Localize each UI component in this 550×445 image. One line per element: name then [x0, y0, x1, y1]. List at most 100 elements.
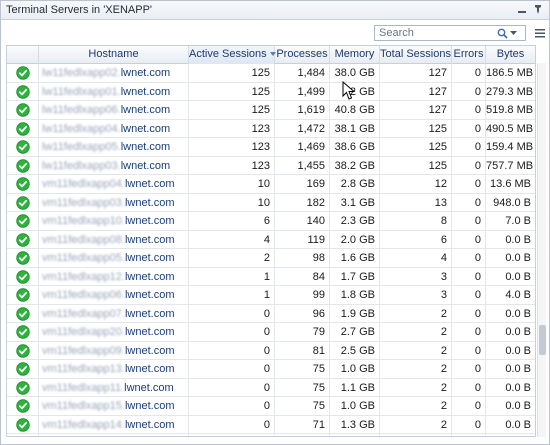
table-row[interactable]: lw11fedlxapp06.lwnet.com 125 1,619 40.8 GB 1…: [7, 101, 535, 120]
column-header-errors[interactable]: Errors: [452, 46, 486, 64]
hostname-cell[interactable]: vm11fedlxapp20.lwnet.com: [39, 323, 189, 341]
column-header-status[interactable]: [7, 46, 39, 64]
table-row[interactable]: lw11fedlxapp02.lwnet.com 125 1,484 38.0 GB 1…: [7, 64, 535, 83]
hostname-redacted: vm11fedlxapp20.: [42, 326, 125, 338]
bytes-cell: 948.0 B: [486, 194, 535, 212]
table-row[interactable]: lw11fedlxapp01.lwnet.com 125 1,499 2 GB 127 0…: [7, 82, 535, 101]
table-row[interactable]: lw11fedlxapp05.lwnet.com 123 1,469 38.6 GB 1…: [7, 138, 535, 157]
table-row[interactable]: vm11fedlxapp03.lwnet.com 10 182 3.1 GB 13 0 94…: [7, 193, 535, 212]
column-header-processes[interactable]: Processes: [275, 46, 330, 64]
memory-cell: 1.1 GB: [330, 378, 380, 397]
table-row[interactable]: vm11fedlxapp08.lwnet.com 4 119 2.0 GB 6 0 0.0 …: [7, 230, 535, 249]
table-row[interactable]: vm11fedlxapp14.lwnet.com 0 71 1.3 GB 2 0 0.0 B: [7, 415, 535, 434]
total-sessions-cell: 125: [380, 138, 452, 156]
hostname-cell[interactable]: vm11fedlxapp14.lwnet.com: [39, 415, 189, 434]
table-row[interactable]: lw11fedlxapp03.lwnet.com 123 1,455 38.2 GB 1…: [7, 156, 535, 175]
processes-cell: 1,619: [275, 101, 330, 119]
memory-cell: 1.0 GB: [330, 360, 380, 378]
processes-cell: 75: [275, 378, 330, 397]
hostname-cell[interactable]: lw11fedlxapp01.lwnet.com: [39, 82, 189, 101]
status-ok-icon: [15, 177, 30, 191]
status-cell: [7, 249, 39, 267]
processes-cell: 79: [275, 323, 330, 341]
hostname-redacted: vm11fedlxapp04.: [42, 178, 125, 190]
hostname-cell[interactable]: vm11fedlxapp16.lwnet.com: [39, 434, 189, 436]
table-row[interactable]: vm11fedlxapp09.lwnet.com 0 81 2.5 GB 2 0 0.0 B: [7, 341, 535, 360]
hostname-cell[interactable]: vm11fedlxapp15.lwnet.com: [39, 397, 189, 415]
column-header-active-sessions-label: Active Sessions: [189, 48, 267, 60]
active-sessions-cell: 0: [189, 434, 275, 436]
status-ok-icon: [15, 232, 30, 247]
search-options[interactable]: [493, 26, 521, 40]
bytes-cell: 0.0 B: [486, 360, 535, 378]
hostname-cell[interactable]: vm11fedlxapp03.lwnet.com: [39, 193, 189, 212]
hostname-domain: lwnet.com: [124, 252, 175, 264]
total-sessions-cell: 125: [380, 156, 452, 175]
column-chooser-icon[interactable]: [534, 27, 546, 39]
hostname-cell[interactable]: vm11fedlxapp07.lwnet.com: [39, 304, 189, 323]
hostname-cell[interactable]: vm11fedlxapp05.lwnet.com: [39, 249, 189, 267]
table-row[interactable]: vm11fedlxapp15.lwnet.com 0 75 1.0 GB 2 0 0.0 B: [7, 397, 535, 416]
hostname-cell[interactable]: lw11fedlxapp02.lwnet.com: [39, 64, 189, 82]
hostname-cell[interactable]: vm11fedlxapp08.lwnet.com: [39, 230, 189, 249]
active-sessions-cell: 1: [189, 286, 275, 304]
hostname-cell[interactable]: vm11fedlxapp12.lwnet.com: [39, 267, 189, 286]
table-row[interactable]: vm11fedlxapp04.lwnet.com 10 169 2.8 GB 12 0 13…: [7, 175, 535, 194]
table-row[interactable]: vm11fedlxapp12.lwnet.com 1 84 1.7 GB 3 0 0.0 B: [7, 267, 535, 286]
hostname-domain: lwnet.com: [124, 418, 175, 431]
minimize-icon[interactable]: [515, 3, 529, 17]
active-sessions-cell: 1: [189, 267, 275, 286]
hostname-cell[interactable]: lw11fedlxapp03.lwnet.com: [39, 156, 189, 175]
memory-cell: 3.1 GB: [330, 193, 380, 212]
search-box[interactable]: [374, 25, 526, 41]
bytes-cell: 757.7 MB: [486, 157, 535, 175]
table-row[interactable]: lw11fedlxapp04.lwnet.com 123 1,472 38.1 GB 1…: [7, 119, 535, 138]
hostname-cell[interactable]: lw11fedlxapp06.lwnet.com: [39, 101, 189, 119]
status-ok-icon: [15, 380, 30, 395]
hostname-cell[interactable]: vm11fedlxapp09.lwnet.com: [39, 341, 189, 360]
scrollbar-thumb[interactable]: [539, 325, 546, 355]
hostname-cell[interactable]: lw11fedlxapp05.lwnet.com: [39, 138, 189, 156]
status-ok-icon: [15, 103, 30, 117]
mouse-cursor-icon: [342, 81, 356, 100]
status-cell: [7, 304, 39, 323]
bytes-cell: 0.0 B: [486, 379, 535, 397]
table-row[interactable]: vm11fedlxapp10.lwnet.com 6 140 2.3 GB 8 0 7.0 …: [7, 212, 535, 231]
table-row[interactable]: vm11fedlxapp07.lwnet.com 0 96 1.9 GB 2 0 0.0 B: [7, 304, 535, 323]
hostname-cell[interactable]: vm11fedlxapp13.lwnet.com: [39, 360, 189, 378]
table-row[interactable]: vm11fedlxapp13.lwnet.com 0 75 1.0 GB 2 0 0.0 B: [7, 360, 535, 379]
servers-table: Hostname Active Sessions Processes Memor…: [6, 45, 536, 437]
column-header-hostname[interactable]: Hostname: [39, 46, 189, 64]
hostname-cell[interactable]: vm11fedlxapp06.lwnet.com: [39, 286, 189, 304]
active-sessions-cell: 0: [189, 397, 275, 415]
table-row[interactable]: vm11fedlxapp06.lwnet.com 1 99 1.8 GB 3 0 4.0 B: [7, 286, 535, 305]
hostname-domain: lwnet.com: [120, 122, 171, 135]
table-row[interactable]: vm11fedlxapp05.lwnet.com 2 98 1.6 GB 4 0 0.0 B: [7, 249, 535, 268]
column-header-active-sessions[interactable]: Active Sessions: [189, 46, 276, 64]
vertical-scrollbar[interactable]: [537, 63, 546, 437]
active-sessions-cell: 123: [189, 138, 275, 156]
memory-cell: 1.3 GB: [330, 415, 380, 434]
total-sessions-cell: 2: [380, 323, 452, 341]
hostname-cell[interactable]: vm11fedlxapp10.lwnet.com: [39, 212, 189, 230]
status-cell: [7, 82, 39, 101]
pin-icon[interactable]: [531, 3, 545, 17]
table-row[interactable]: vm11fedlxapp11.lwnet.com 0 75 1.1 GB 2 0 0.0 B: [7, 378, 535, 397]
column-header-bytes[interactable]: Bytes: [486, 46, 535, 64]
hostname-redacted: lw11fedlxapp03.: [42, 159, 121, 172]
hostname-cell[interactable]: lw11fedlxapp04.lwnet.com: [39, 119, 189, 138]
hostname-cell[interactable]: vm11fedlxapp11.lwnet.com: [39, 378, 189, 397]
search-icon: [497, 28, 508, 39]
status-cell: [7, 119, 39, 138]
search-input[interactable]: [375, 26, 493, 40]
active-sessions-cell: 0: [189, 415, 275, 434]
table-row[interactable]: vm11fedlxapp20.lwnet.com 0 79 2.7 GB 2 0 0.0 B: [7, 323, 535, 342]
hostname-cell[interactable]: vm11fedlxapp04.lwnet.com: [39, 175, 189, 193]
table-row[interactable]: vm11fedlxapp16.lwnet.com0941.8 GB200.0 B: [7, 434, 535, 436]
errors-cell: 0: [452, 101, 486, 119]
status-cell: [7, 415, 39, 434]
hostname-domain: lwnet.com: [124, 289, 175, 301]
column-header-memory[interactable]: Memory: [330, 46, 380, 64]
column-header-total-sessions[interactable]: Total Sessions: [380, 46, 452, 64]
hostname-redacted: vm11fedlxapp03.: [42, 196, 125, 209]
